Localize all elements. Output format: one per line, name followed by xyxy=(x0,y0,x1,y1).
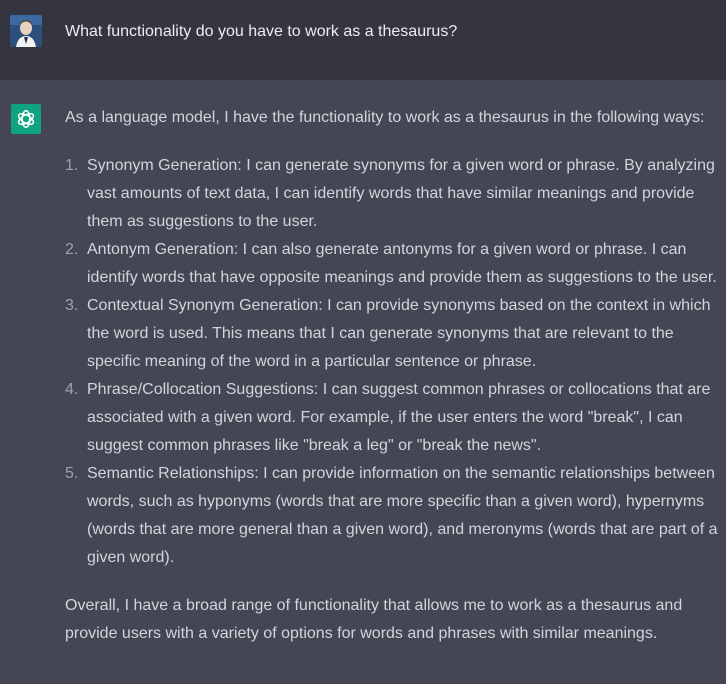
user-message-row: What functionality do you have to work a… xyxy=(0,0,726,80)
list-item: 4. Phrase/Collocation Suggestions: I can… xyxy=(65,376,720,460)
assistant-message-row: As a language model, I have the function… xyxy=(0,80,726,684)
assistant-avatar xyxy=(11,104,41,134)
list-item: 3. Contextual Synonym Generation: I can … xyxy=(65,292,720,376)
user-avatar xyxy=(10,15,42,47)
list-item: 2. Antonym Generation: I can also genera… xyxy=(65,236,720,292)
list-item-text: Antonym Generation: I can also generate … xyxy=(87,241,717,286)
list-item-text: Phrase/Collocation Suggestions: I can su… xyxy=(87,381,711,454)
assistant-message-content: As a language model, I have the function… xyxy=(65,104,720,648)
list-item-text: Contextual Synonym Generation: I can pro… xyxy=(87,297,711,370)
list-item-number: 5. xyxy=(65,465,79,482)
functionality-list: 1. Synonym Generation: I can generate sy… xyxy=(65,152,720,572)
list-item-number: 2. xyxy=(65,241,79,258)
intro-paragraph: As a language model, I have the function… xyxy=(65,109,705,126)
list-item-number: 3. xyxy=(65,297,79,314)
list-item-number: 4. xyxy=(65,381,79,398)
user-avatar-photo-icon xyxy=(10,15,42,47)
user-message-text: What functionality do you have to work a… xyxy=(65,23,458,40)
outro-paragraph: Overall, I have a broad range of functio… xyxy=(65,597,683,642)
list-item: 5. Semantic Relationships: I can provide… xyxy=(65,460,720,572)
list-item-number: 1. xyxy=(65,157,79,174)
list-item: 1. Synonym Generation: I can generate sy… xyxy=(65,152,720,236)
list-item-text: Semantic Relationships: I can provide in… xyxy=(87,465,718,566)
openai-logo-icon xyxy=(17,110,35,128)
list-item-text: Synonym Generation: I can generate synon… xyxy=(87,157,715,230)
